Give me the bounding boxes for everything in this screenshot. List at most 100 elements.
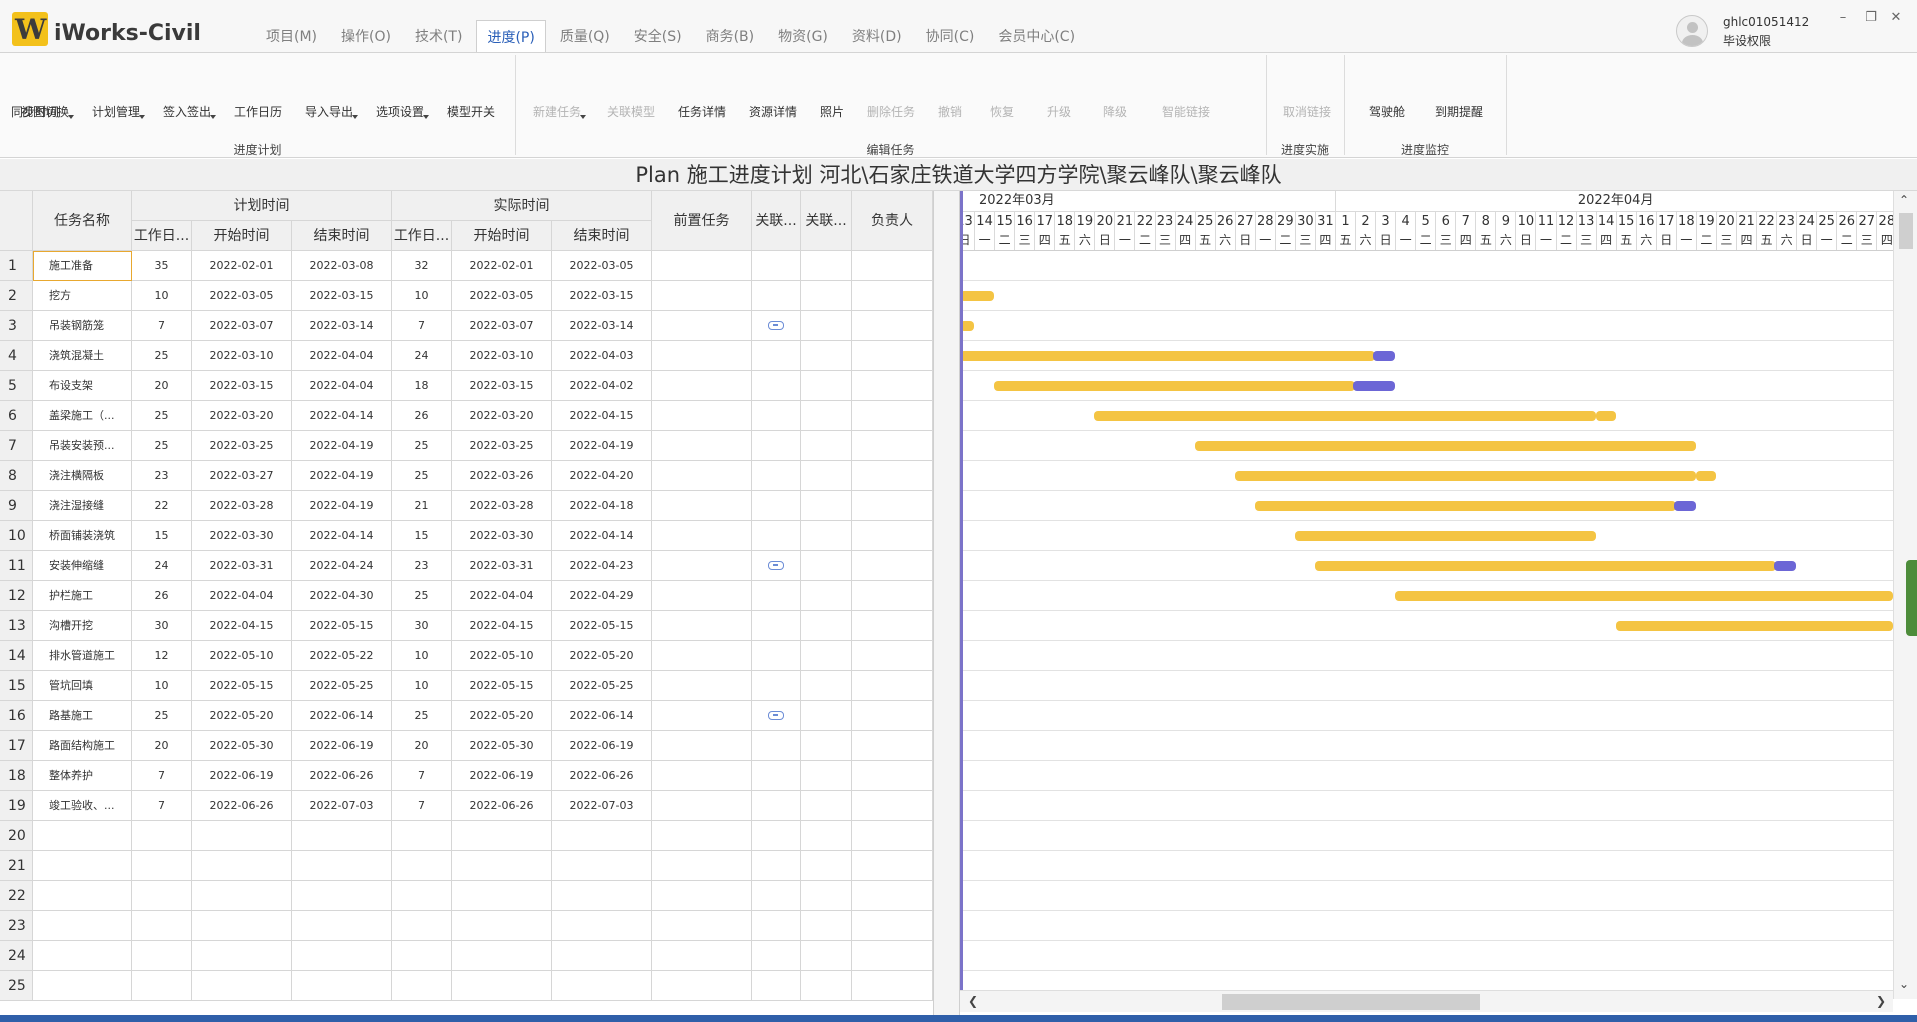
row-number[interactable]: 21: [0, 851, 33, 881]
cell-empty[interactable]: [852, 641, 933, 671]
cell-empty[interactable]: [801, 311, 852, 341]
cell-pd[interactable]: 25: [132, 401, 192, 431]
cell-ae[interactable]: [552, 821, 652, 851]
row-number[interactable]: 11: [0, 551, 33, 581]
cell-ps[interactable]: 2022-03-28: [192, 491, 292, 521]
column-header-relation-1[interactable]: 关联...: [752, 191, 801, 251]
cell-empty[interactable]: [801, 851, 852, 881]
column-header-relation-2[interactable]: 关联...: [801, 191, 852, 251]
cell-empty[interactable]: [852, 611, 933, 641]
cell-pd[interactable]: 25: [132, 701, 192, 731]
cell-name[interactable]: 路面结构施工: [33, 731, 132, 761]
link-icon[interactable]: [768, 321, 784, 330]
cell-as[interactable]: 2022-04-04: [452, 581, 552, 611]
cell-name[interactable]: 沟槽开挖: [33, 611, 132, 641]
cell-empty[interactable]: [801, 971, 852, 1001]
cell-ad[interactable]: 21: [392, 491, 452, 521]
column-header-actual-end[interactable]: 结束时间: [552, 221, 652, 251]
cell-pd[interactable]: 12: [132, 641, 192, 671]
cell-empty[interactable]: [852, 821, 933, 851]
cell-name[interactable]: [33, 821, 132, 851]
cell-empty[interactable]: [801, 731, 852, 761]
cell-name[interactable]: [33, 881, 132, 911]
cell-empty[interactable]: [752, 521, 801, 551]
cell-name[interactable]: 整体养护: [33, 761, 132, 791]
menu-item-10[interactable]: 会员中心(C): [988, 20, 1085, 52]
cell-pd[interactable]: 23: [132, 461, 192, 491]
cell-empty[interactable]: [652, 311, 752, 341]
row-number[interactable]: 3: [0, 311, 33, 341]
cell-pe[interactable]: 2022-06-14: [292, 701, 392, 731]
cell-empty[interactable]: [752, 431, 801, 461]
column-header-plan-duration[interactable]: 工作日...: [132, 221, 192, 251]
cell-ae[interactable]: 2022-04-29: [552, 581, 652, 611]
cell-as[interactable]: 2022-05-15: [452, 671, 552, 701]
cell-ad[interactable]: 10: [392, 641, 452, 671]
cell-empty[interactable]: [652, 491, 752, 521]
cell-pd[interactable]: 7: [132, 311, 192, 341]
cell-empty[interactable]: [852, 941, 933, 971]
gear-button[interactable]: 选项设置: [365, 67, 435, 133]
cell-pe[interactable]: 2022-04-14: [292, 401, 392, 431]
cell-empty[interactable]: [852, 761, 933, 791]
cell-empty[interactable]: [652, 911, 752, 941]
cell-empty[interactable]: [652, 791, 752, 821]
cell-pe[interactable]: 2022-05-15: [292, 611, 392, 641]
cell-name[interactable]: 吊装安装预...: [33, 431, 132, 461]
due-reminder-button[interactable]: 到期提醒: [1424, 67, 1494, 133]
cell-pe[interactable]: 2022-04-19: [292, 431, 392, 461]
cell-empty[interactable]: [652, 401, 752, 431]
cell-ae[interactable]: 2022-05-15: [552, 611, 652, 641]
cell-ps[interactable]: 2022-05-15: [192, 671, 292, 701]
cell-pe[interactable]: [292, 851, 392, 881]
cell-pe[interactable]: 2022-04-14: [292, 521, 392, 551]
cell-pd[interactable]: 25: [132, 341, 192, 371]
cell-pe[interactable]: [292, 941, 392, 971]
cell-ps[interactable]: [192, 851, 292, 881]
cell-ad[interactable]: 20: [392, 731, 452, 761]
cell-empty[interactable]: [852, 551, 933, 581]
gantt-plan-bar[interactable]: [960, 351, 1376, 361]
gantt-plan-bar[interactable]: [1194, 441, 1696, 451]
row-number[interactable]: 10: [0, 521, 33, 551]
row-number[interactable]: 24: [0, 941, 33, 971]
cell-empty[interactable]: [752, 581, 801, 611]
dropdown-caret-icon[interactable]: [210, 115, 216, 119]
cell-empty[interactable]: [801, 791, 852, 821]
cell-empty[interactable]: [752, 911, 801, 941]
cell-pd[interactable]: 10: [132, 671, 192, 701]
cell-ad[interactable]: 23: [392, 551, 452, 581]
cell-pd[interactable]: 24: [132, 551, 192, 581]
row-number[interactable]: 9: [0, 491, 33, 521]
gantt-plan-bar[interactable]: [1395, 591, 1893, 601]
cell-as[interactable]: 2022-03-10: [452, 341, 552, 371]
cell-empty[interactable]: [752, 341, 801, 371]
cell-as[interactable]: 2022-03-30: [452, 521, 552, 551]
cell-pe[interactable]: 2022-05-25: [292, 671, 392, 701]
splitter[interactable]: [933, 191, 960, 1015]
cell-empty[interactable]: [652, 341, 752, 371]
scroll-up-icon[interactable]: ⌃: [1899, 193, 1909, 207]
cell-ps[interactable]: 2022-05-20: [192, 701, 292, 731]
cell-name[interactable]: [33, 911, 132, 941]
column-header-actual-start[interactable]: 开始时间: [452, 221, 552, 251]
cell-name[interactable]: 挖方: [33, 281, 132, 311]
row-number[interactable]: 12: [0, 581, 33, 611]
cell-pd[interactable]: 20: [132, 371, 192, 401]
cell-pe[interactable]: 2022-06-26: [292, 761, 392, 791]
row-number[interactable]: 17: [0, 731, 33, 761]
row-header-corner[interactable]: [0, 191, 33, 251]
link-icon[interactable]: [768, 561, 784, 570]
menu-item-6[interactable]: 商务(B): [696, 20, 765, 52]
cell-ae[interactable]: 2022-06-26: [552, 761, 652, 791]
menu-item-5[interactable]: 安全(S): [624, 20, 692, 52]
row-number[interactable]: 16: [0, 701, 33, 731]
row-number[interactable]: 20: [0, 821, 33, 851]
column-header-owner[interactable]: 负责人: [852, 191, 933, 251]
cell-name[interactable]: 护栏施工: [33, 581, 132, 611]
cell-ae[interactable]: 2022-05-20: [552, 641, 652, 671]
cell-empty[interactable]: [852, 371, 933, 401]
cell-empty[interactable]: [652, 251, 752, 281]
cell-ps[interactable]: 2022-03-05: [192, 281, 292, 311]
cell-name[interactable]: 桥面铺装浇筑: [33, 521, 132, 551]
